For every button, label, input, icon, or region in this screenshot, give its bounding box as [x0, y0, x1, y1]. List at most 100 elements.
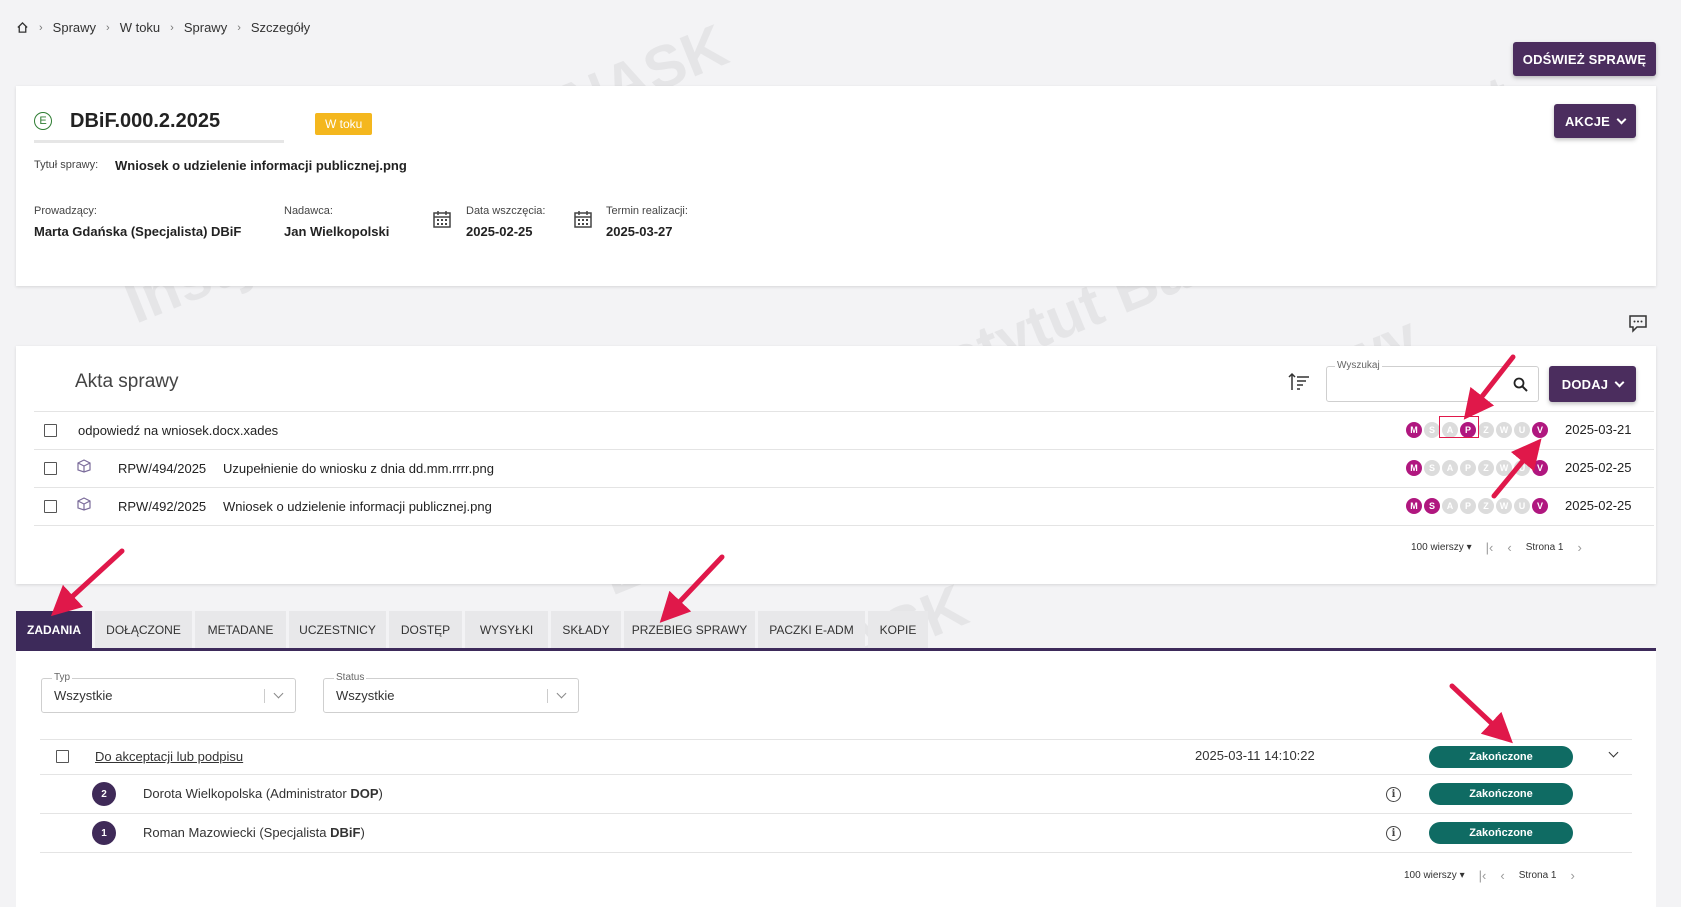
- tab-zadania[interactable]: ZADANIA: [16, 611, 92, 648]
- divider: [40, 774, 1632, 775]
- tab-składy[interactable]: SKŁADY: [551, 611, 621, 648]
- first-page-icon[interactable]: |‹: [1486, 540, 1494, 555]
- assignee-dept: DOP: [350, 786, 379, 801]
- task-name-link[interactable]: Do akceptacji lub podpisu: [95, 749, 243, 764]
- chevron-down-icon: [1616, 114, 1627, 124]
- rows-per-page-select[interactable]: 100 wierszy ▾: [1411, 542, 1472, 553]
- assignee-name: Roman Mazowiecki (Specjalista DBiF): [143, 825, 365, 840]
- tab-wysyłki[interactable]: WYSYŁKI: [465, 611, 548, 648]
- case-number-underline: [34, 140, 284, 143]
- tab-dostęp[interactable]: DOSTĘP: [389, 611, 462, 648]
- task-checkbox[interactable]: [56, 750, 69, 763]
- info-icon[interactable]: i: [1386, 826, 1401, 841]
- file-name[interactable]: Uzupełnienie do wniosku z dnia dd.mm.rrr…: [223, 461, 494, 476]
- file-date: 2025-02-25: [1565, 460, 1632, 475]
- file-date: 2025-03-21: [1565, 422, 1632, 437]
- signature-dot-v: V: [1532, 460, 1548, 476]
- case-files-card: Akta sprawy Wyszukaj DODAJ odpowiedź na …: [16, 346, 1656, 584]
- task-datetime: 2025-03-11 14:10:22: [1195, 748, 1315, 763]
- tab-metadane[interactable]: METADANE: [195, 611, 286, 648]
- calendar-icon: [574, 211, 592, 228]
- page-label: Strona 1: [1518, 870, 1557, 881]
- due-date-label: Termin realizacji:: [606, 205, 688, 217]
- owner-value: Marta Gdańska (Specjalista) DBiF: [34, 224, 242, 239]
- add-button[interactable]: DODAJ: [1549, 366, 1636, 402]
- type-filter-select[interactable]: Typ Wszystkie: [41, 672, 296, 713]
- rows-per-page-label: 100 wierszy: [1404, 870, 1457, 881]
- due-date-value: 2025-03-27: [606, 224, 673, 239]
- actions-button[interactable]: AKCJE: [1554, 104, 1636, 138]
- assignee-close: ): [360, 825, 365, 840]
- breadcrumb-item-sprawy[interactable]: Sprawy: [53, 20, 96, 35]
- breadcrumb-item-szczegoly: Szczegóły: [250, 20, 311, 35]
- sort-icon[interactable]: [1288, 372, 1310, 392]
- row-checkbox[interactable]: [44, 500, 57, 513]
- first-page-icon[interactable]: |‹: [1479, 868, 1487, 883]
- highlight-box: [1439, 416, 1479, 438]
- tab-paczki-e-adm[interactable]: PACZKI E-ADM: [758, 611, 865, 648]
- divider: [34, 487, 1654, 488]
- tab-uczestnicy[interactable]: UCZESTNICY: [289, 611, 386, 648]
- divider: [40, 739, 1632, 740]
- file-ref: RPW/492/2025: [118, 499, 207, 514]
- task-status-badge: Zakończone: [1429, 822, 1573, 844]
- home-icon[interactable]: [16, 21, 29, 34]
- file-name[interactable]: odpowiedź na wniosek.docx.xades: [78, 423, 278, 438]
- tab-dołączone[interactable]: DOŁĄCZONE: [95, 611, 192, 648]
- assignee-person: Roman Mazowiecki (Specjalista: [143, 825, 331, 840]
- rows-per-page-label: 100 wierszy: [1411, 542, 1464, 553]
- signature-dot-u: U: [1514, 498, 1530, 514]
- add-label: DODAJ: [1561, 376, 1609, 392]
- sender-value: Jan Wielkopolski: [284, 224, 390, 239]
- signature-dot-m: M: [1406, 460, 1422, 476]
- signature-dot-m: M: [1406, 498, 1422, 514]
- refresh-case-button[interactable]: ODŚWIEŻ SPRAWĘ: [1513, 42, 1656, 76]
- search-icon[interactable]: [1513, 377, 1528, 392]
- signature-dot-u: U: [1514, 422, 1530, 438]
- step-number: 2: [92, 782, 116, 806]
- comment-icon[interactable]: [1628, 314, 1648, 333]
- search-input[interactable]: Wyszukaj: [1326, 360, 1539, 402]
- divider: [34, 525, 1654, 526]
- prev-page-icon[interactable]: ‹: [1507, 540, 1511, 555]
- package-icon: [77, 459, 91, 473]
- signature-status-dots: MSAPZWUV: [1406, 460, 1550, 476]
- task-status-badge: Zakończone: [1429, 746, 1573, 768]
- signature-dot-a: A: [1442, 460, 1458, 476]
- tab-kopie[interactable]: KOPIE: [868, 611, 928, 648]
- signature-dot-z: Z: [1478, 460, 1494, 476]
- tasks-panel: Typ Wszystkie Status Wszystkie Do akcept…: [16, 651, 1656, 907]
- case-title-value: Wniosek o udzielenie informacji publiczn…: [115, 158, 407, 173]
- actions-label: AKCJE: [1564, 113, 1611, 129]
- file-date: 2025-02-25: [1565, 498, 1632, 513]
- file-name[interactable]: Wniosek o udzielenie informacji publiczn…: [223, 499, 492, 514]
- package-icon: [77, 497, 91, 511]
- signature-dot-p: P: [1460, 460, 1476, 476]
- case-files-title: Akta sprawy: [75, 371, 179, 392]
- info-icon[interactable]: i: [1386, 787, 1401, 802]
- signature-dot-v: V: [1532, 498, 1548, 514]
- signature-dot-v: V: [1532, 422, 1548, 438]
- case-number: DBiF.000.2.2025: [70, 110, 221, 132]
- row-checkbox[interactable]: [44, 462, 57, 475]
- tab-przebieg-sprawy[interactable]: PRZEBIEG SPRAWY: [624, 611, 755, 648]
- case-title-label: Tytuł sprawy:: [34, 159, 99, 171]
- select-divider: [264, 689, 265, 703]
- breadcrumb-separator: ›: [39, 21, 43, 34]
- prev-page-icon[interactable]: ‹: [1500, 868, 1504, 883]
- breadcrumb-item-sprawy-2[interactable]: Sprawy: [184, 20, 227, 35]
- search-label: Wyszukaj: [1335, 360, 1382, 371]
- expand-chevron-icon[interactable]: [1608, 747, 1619, 758]
- step-number: 1: [92, 821, 116, 845]
- signature-dot-p: P: [1460, 498, 1476, 514]
- rows-per-page-select[interactable]: 100 wierszy ▾: [1404, 870, 1465, 881]
- page-label: Strona 1: [1525, 542, 1564, 553]
- assignee-dept: DBiF: [330, 825, 361, 840]
- assignee-close: ): [378, 786, 383, 801]
- breadcrumb-item-w-toku[interactable]: W toku: [120, 20, 160, 35]
- status-filter-select[interactable]: Status Wszystkie: [323, 672, 579, 713]
- file-ref: RPW/494/2025: [118, 461, 207, 476]
- next-page-icon[interactable]: ›: [1578, 540, 1582, 555]
- row-checkbox[interactable]: [44, 424, 57, 437]
- next-page-icon[interactable]: ›: [1571, 868, 1575, 883]
